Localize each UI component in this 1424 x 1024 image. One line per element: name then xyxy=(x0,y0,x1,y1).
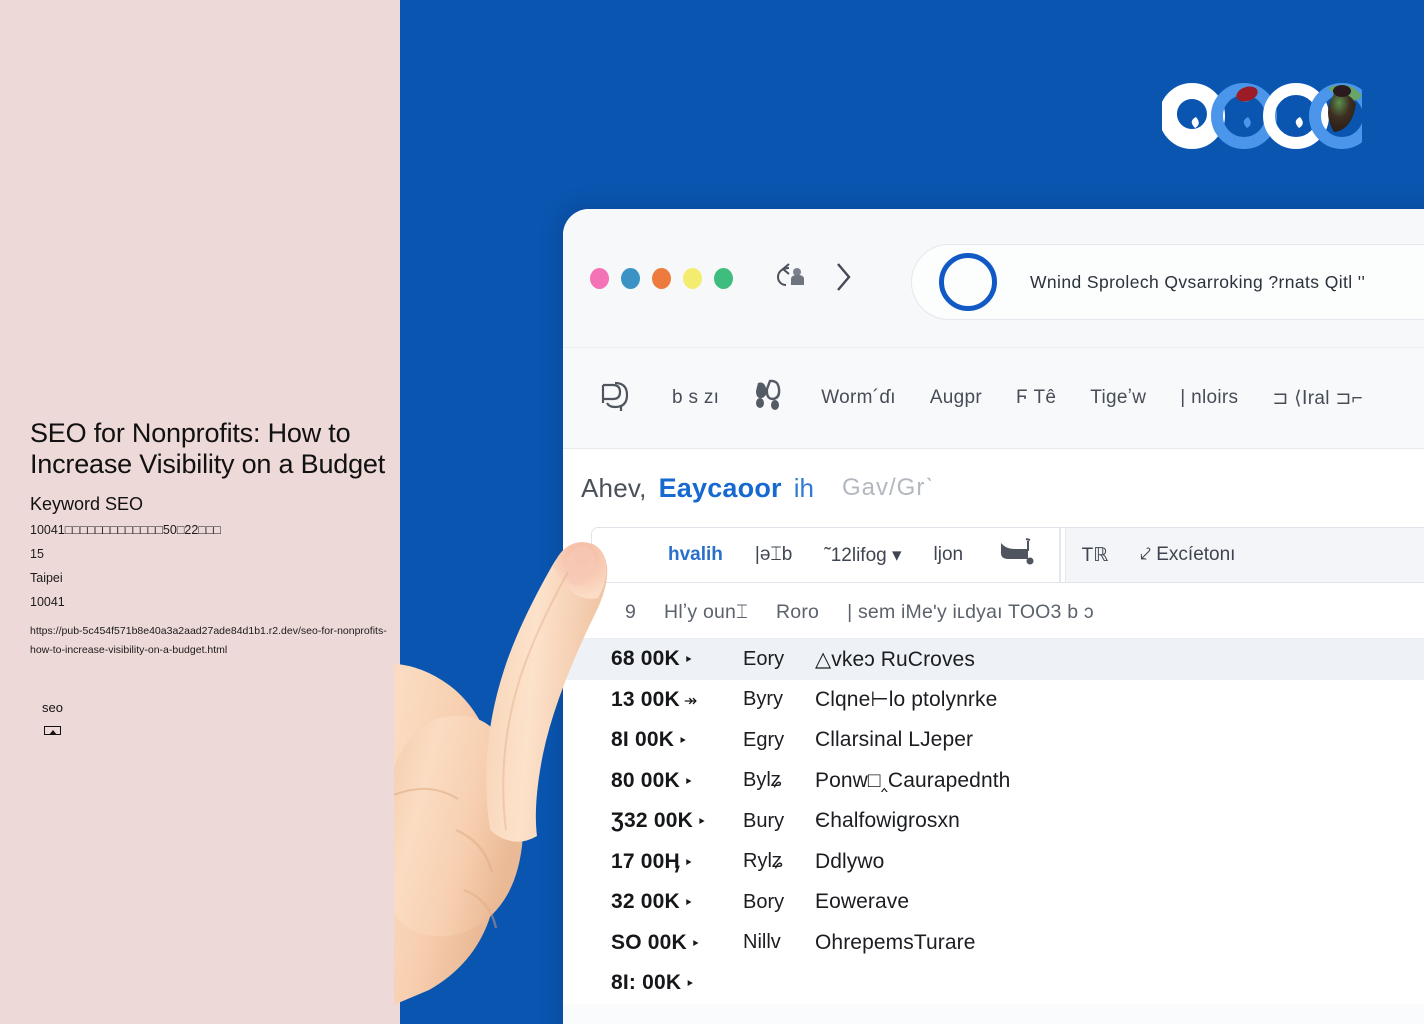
pointing-hand xyxy=(334,530,694,1024)
cell-label: △vkeɔ RuCroves xyxy=(815,647,975,671)
filter-divider xyxy=(1059,528,1061,582)
cell-short: Rylʑ xyxy=(743,850,783,873)
toolbar-item-klral[interactable]: ⊐ ⟨Ⅰral ⊐⌐ xyxy=(1255,387,1380,410)
fifth-dot[interactable] xyxy=(714,268,733,289)
article-city: Taipei xyxy=(30,570,63,585)
cell-label: OhrepemsTurare xyxy=(815,930,976,954)
article-block: SEO for Nonprofits: How to Increase Visi… xyxy=(30,418,390,660)
cell-label: Ponw□‸Caurapednth xyxy=(815,769,1011,793)
cell-short: Bylʑ xyxy=(743,769,782,792)
article-address-line: 10041□□□□□□□□□□□□□50□22□□□ xyxy=(30,523,221,538)
cell-label: Eowerave xyxy=(815,890,910,914)
filter-dropdown-12lifeg[interactable]: ˜12lifog ▾ xyxy=(808,544,917,567)
cell-short: Bury xyxy=(743,809,785,832)
heading-part-d: Gav/Grˋ xyxy=(841,474,935,501)
toolbar-icon-footprint[interactable] xyxy=(736,375,804,422)
maximize-dot[interactable] xyxy=(652,268,671,289)
toolbar-item-nloirs[interactable]: | nloirs xyxy=(1163,387,1255,409)
toolbar-item-worm[interactable]: Worm´ɗı xyxy=(804,387,913,409)
toolbar-icon-first[interactable] xyxy=(581,375,655,422)
article-url[interactable]: https://pub-5c454f571b8e40a3a2aad27ade84… xyxy=(30,622,388,661)
filter-item-excieton[interactable]: ⤦ Excíetonı xyxy=(1124,544,1251,566)
screenshot-root: SEO for Nonprofits: How to Increase Visi… xyxy=(0,0,1424,1024)
seo-tag-label: seo xyxy=(42,700,63,715)
column-header-roro[interactable]: Roro xyxy=(762,601,833,624)
filter-item-lab[interactable]: |ǝ⌶b xyxy=(739,544,808,566)
navigation-controls[interactable] xyxy=(775,261,853,298)
image-placeholder-icon xyxy=(44,726,62,738)
article-number: 15 xyxy=(30,546,44,561)
cell-short: Byry xyxy=(743,688,783,711)
window-controls[interactable] xyxy=(590,268,733,289)
toolbar-item-te[interactable]: Ϝ Tê xyxy=(999,387,1073,409)
toolbar-item-bszi[interactable]: b s zı xyxy=(655,387,736,409)
cell-short: Eory xyxy=(743,647,785,670)
heading-part-b: Eaycaoor xyxy=(658,472,782,503)
heading-part-c: ih xyxy=(793,472,814,503)
article-keyword: Keyword SEO xyxy=(30,494,144,515)
heading-part-a: Ahev, xyxy=(581,472,647,503)
cell-short: Bory xyxy=(743,890,785,913)
cell-label: Clqne⊢lo ptolynrke xyxy=(815,688,998,712)
article-panel: SEO for Nonprofits: How to Increase Visi… xyxy=(0,0,400,1024)
cell-short: Egry xyxy=(743,728,785,751)
filter-bar-right-group[interactable]: Tℝ ⤦ Excíetonı xyxy=(1064,528,1424,582)
cell-short: Nillv xyxy=(743,931,781,954)
content-heading: Ahev, Eaycaoor ih Gav/Grˋ xyxy=(563,449,1424,527)
browser-titlebar: Wnind Sprolech Qvsarroking ?rnats Qitl '… xyxy=(563,209,1424,347)
filter-icon-cart[interactable] xyxy=(979,535,1055,575)
filter-item-ljon[interactable]: ljon xyxy=(918,544,980,566)
page-title: SEO for Nonprofits: How to Increase Visi… xyxy=(30,418,386,480)
cell-label: Ddlywo xyxy=(815,849,885,873)
address-bar[interactable]: Wnind Sprolech Qvsarroking ?rnats Qitl '… xyxy=(911,244,1424,320)
filter-item-tk[interactable]: Tℝ xyxy=(1066,544,1125,567)
filter-bar[interactable]: hvalih |ǝ⌶b ˜12lifog ▾ ljon Tℝ ⤦ Excíeto… xyxy=(591,527,1424,583)
back-arrow-icon[interactable] xyxy=(775,262,809,297)
minimize-dot[interactable] xyxy=(621,268,640,289)
chevron-right-icon[interactable] xyxy=(835,261,853,298)
fourth-dot[interactable] xyxy=(683,268,702,289)
article-postal-code: 10041 xyxy=(30,594,65,609)
address-bar-text[interactable]: Wnind Sprolech Qvsarroking ?rnats Qitl '… xyxy=(1030,272,1365,293)
loading-ring-icon xyxy=(939,253,997,311)
column-header-mixed[interactable]: | sem iMeʹy iʟdyaı TOO3 b ɔ xyxy=(833,601,1108,624)
browser-toolbar[interactable]: b s zı Worm´ɗı Augpr Ϝ Tê Tigeʼw | nloir… xyxy=(563,347,1424,449)
toolbar-item-augpr[interactable]: Augpr xyxy=(913,387,999,409)
cell-label: Cllarsinal LJeper xyxy=(815,728,974,752)
toolbar-item-tigev[interactable]: Tigeʼw xyxy=(1073,387,1163,409)
cell-label: Єhalfowigrosxn xyxy=(815,809,960,833)
abstract-ring-logo xyxy=(1159,82,1375,154)
close-dot[interactable] xyxy=(590,268,609,289)
